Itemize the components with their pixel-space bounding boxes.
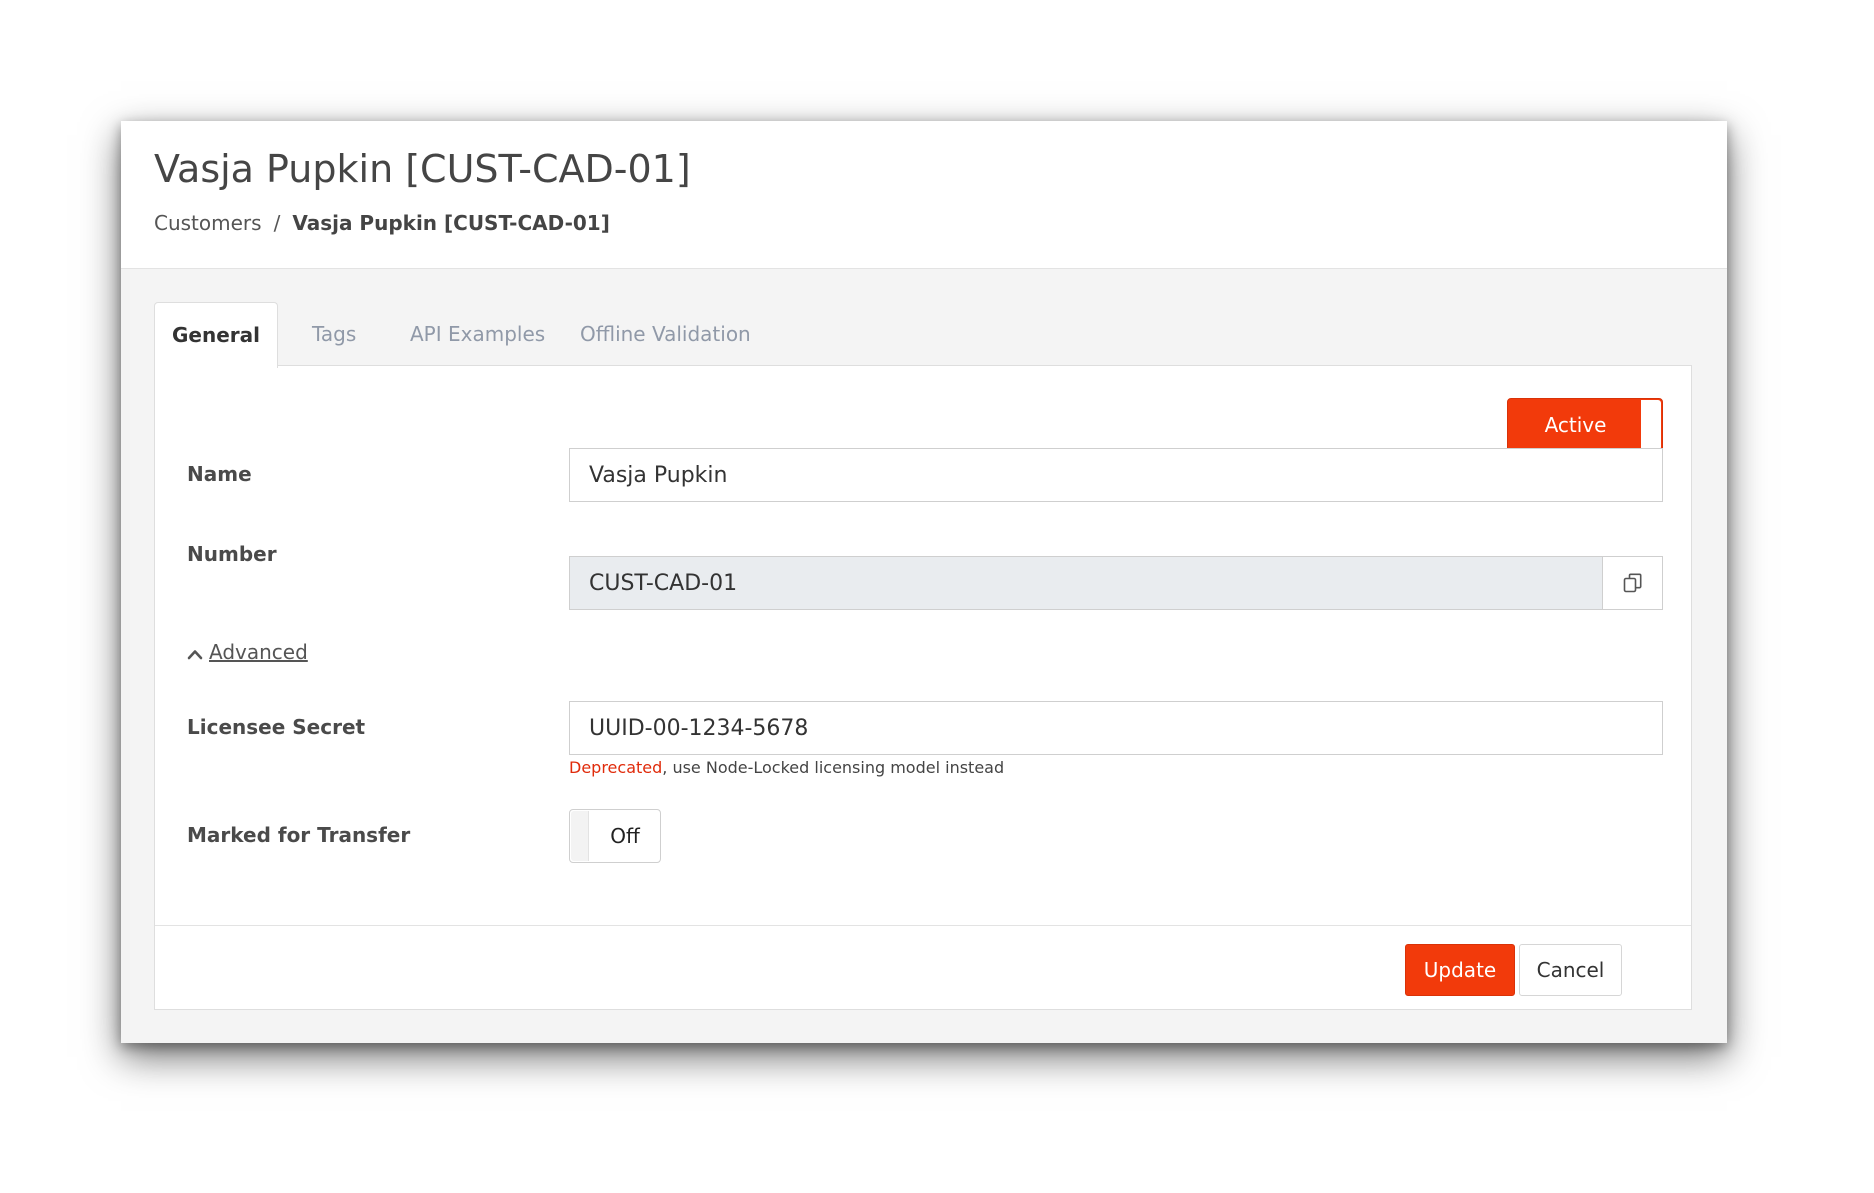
- tab-general[interactable]: General: [154, 302, 278, 368]
- toggle-handle: [1641, 400, 1661, 450]
- licensee-secret-input[interactable]: [569, 701, 1663, 755]
- marked-for-transfer-toggle[interactable]: Off: [569, 809, 661, 863]
- name-label: Name: [187, 462, 252, 486]
- marked-for-transfer-label: Marked for Transfer: [187, 823, 411, 847]
- copy-number-button[interactable]: [1602, 556, 1663, 610]
- active-status-label: Active: [1544, 413, 1607, 437]
- copy-icon: [1623, 573, 1642, 593]
- deprecated-warning: Deprecated: [569, 758, 663, 777]
- licensee-secret-help: Deprecated, use Node-Locked licensing mo…: [569, 758, 1004, 777]
- number-label: Number: [187, 542, 277, 566]
- tab-tags[interactable]: Tags: [312, 302, 356, 366]
- breadcrumb-current: Vasja Pupkin [CUST-CAD-01]: [292, 211, 610, 235]
- marked-for-transfer-state: Off: [610, 824, 640, 848]
- chevron-up-icon: [187, 649, 203, 659]
- form-footer: Update Cancel: [155, 925, 1691, 1009]
- number-input[interactable]: [569, 556, 1603, 610]
- breadcrumb-customers-link[interactable]: Customers: [154, 211, 262, 235]
- page-header: Vasja Pupkin [CUST-CAD-01] Customers / Vas…: [121, 121, 1727, 269]
- advanced-toggle[interactable]: Advanced: [187, 640, 308, 664]
- cancel-button[interactable]: Cancel: [1519, 944, 1622, 996]
- advanced-link-label: Advanced: [209, 640, 308, 664]
- update-button[interactable]: Update: [1405, 944, 1515, 996]
- name-input[interactable]: [569, 448, 1663, 502]
- breadcrumb: Customers / Vasja Pupkin [CUST-CAD-01]: [154, 211, 610, 235]
- breadcrumb-separator: /: [273, 211, 281, 235]
- general-form-card: Active Name Number Advanced Licensee Sec…: [154, 365, 1692, 1010]
- page-title: Vasja Pupkin [CUST-CAD-01]: [154, 147, 691, 191]
- customer-edit-window: Vasja Pupkin [CUST-CAD-01] Customers / Vas…: [121, 121, 1727, 1043]
- toggle-handle: [571, 811, 589, 861]
- licensee-secret-label: Licensee Secret: [187, 715, 366, 739]
- tab-offline-validation[interactable]: Offline Validation: [580, 302, 751, 366]
- deprecated-help-rest: , use Node-Locked licensing model instea…: [662, 758, 1005, 777]
- tab-api-examples[interactable]: API Examples: [410, 302, 545, 366]
- active-status-toggle[interactable]: Active: [1507, 398, 1663, 452]
